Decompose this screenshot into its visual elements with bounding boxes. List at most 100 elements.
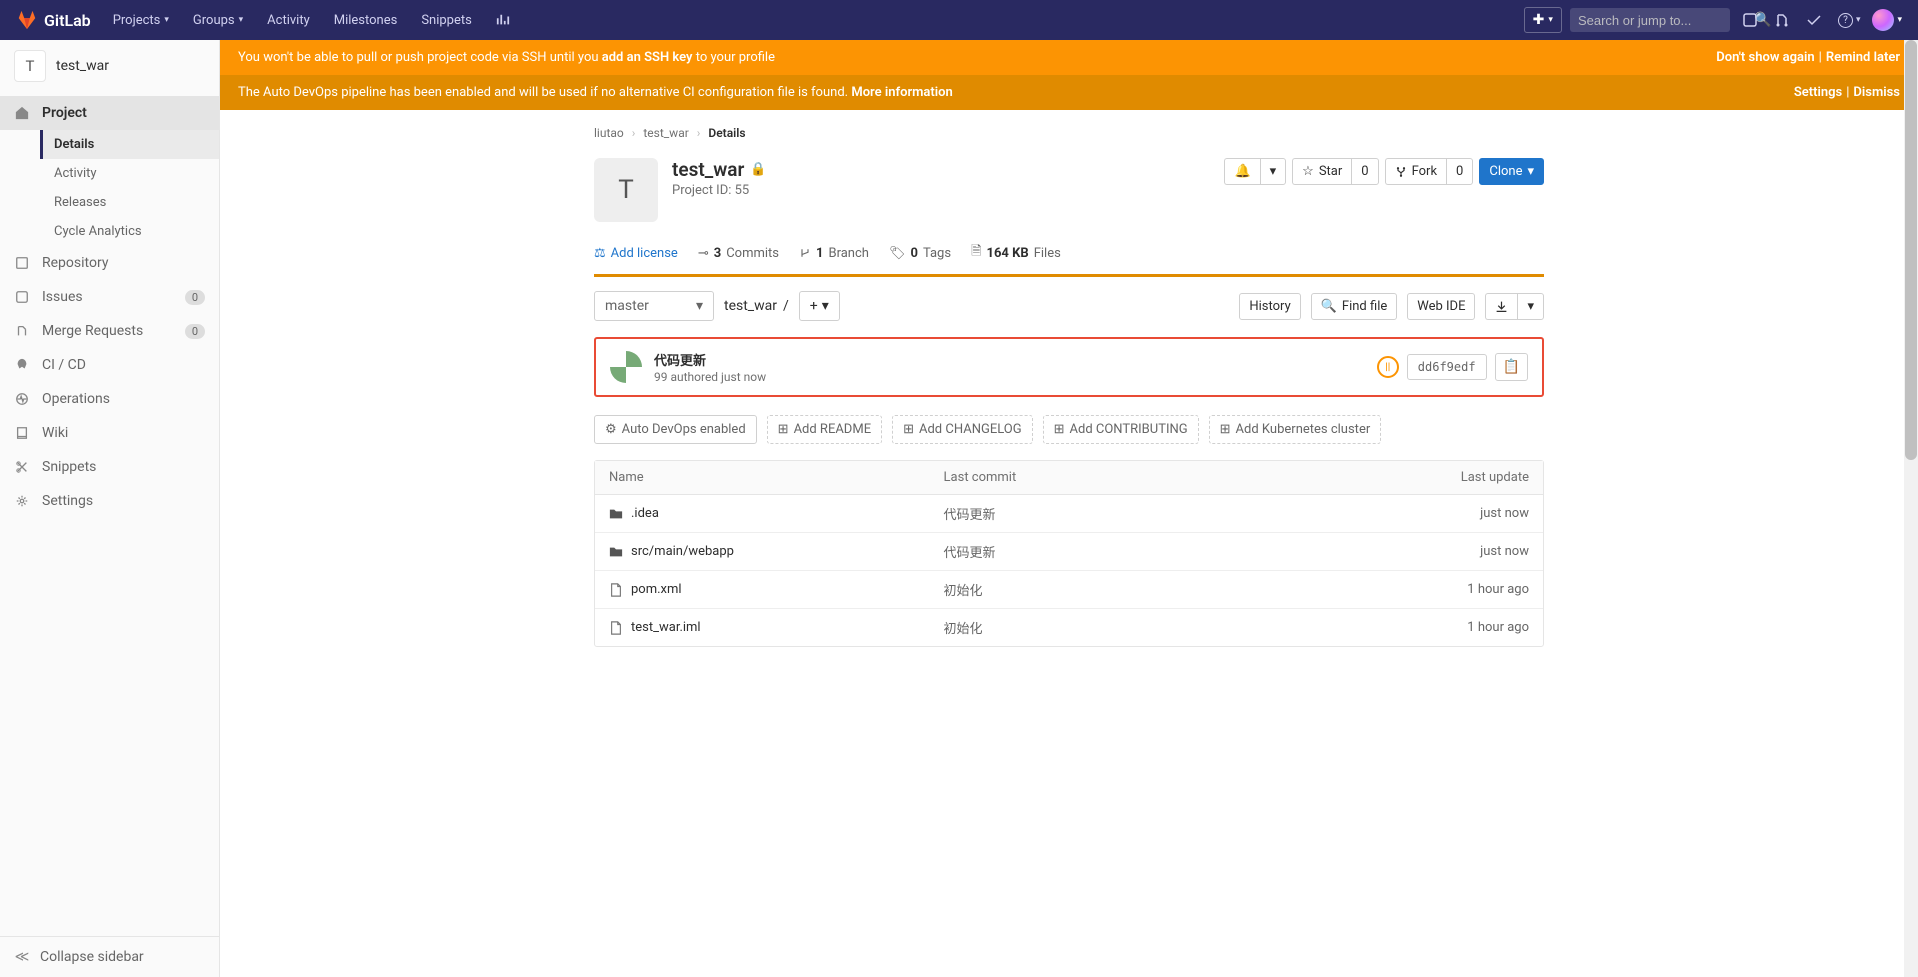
find-file-button[interactable]: 🔍Find file bbox=[1311, 293, 1398, 320]
file-name[interactable]: src/main/webapp bbox=[609, 544, 944, 559]
pipeline-status-running[interactable]: || bbox=[1377, 356, 1399, 378]
nav-groups[interactable]: Groups▾ bbox=[183, 7, 253, 34]
fork-button[interactable]: Fork bbox=[1385, 158, 1446, 185]
merge-requests-icon[interactable] bbox=[1770, 8, 1794, 32]
collapse-sidebar[interactable]: ≪ Collapse sidebar bbox=[0, 936, 219, 977]
nav-snippets[interactable]: Snippets bbox=[411, 7, 482, 34]
nav-chart-icon[interactable] bbox=[486, 7, 520, 33]
issues-icon[interactable] bbox=[1738, 8, 1762, 32]
issues-icon bbox=[14, 289, 30, 305]
table-row: pom.xml初始化1 hour ago bbox=[595, 570, 1543, 608]
file-last-commit[interactable]: 代码更新 bbox=[944, 504, 1334, 523]
sidebar-item-cycle[interactable]: Cycle Analytics bbox=[40, 217, 219, 246]
search-input[interactable] bbox=[1578, 13, 1754, 28]
sidebar-item-releases[interactable]: Releases bbox=[40, 188, 219, 217]
notification-button[interactable]: 🔔 bbox=[1224, 158, 1259, 185]
project-avatar-large: T bbox=[594, 158, 658, 222]
lock-icon: 🔒 bbox=[750, 162, 766, 177]
auto-devops-badge[interactable]: ⚙Auto DevOps enabled bbox=[594, 415, 757, 444]
fork-count: 0 bbox=[1446, 158, 1473, 185]
sidebar-item-repository[interactable]: Repository bbox=[0, 246, 219, 280]
commit-title[interactable]: 代码更新 bbox=[654, 350, 766, 369]
web-ide-button[interactable]: Web IDE bbox=[1407, 293, 1475, 320]
sidebar-item-details[interactable]: Details bbox=[40, 130, 219, 159]
top-navbar: GitLab Projects▾ Groups▾ Activity Milest… bbox=[0, 0, 1918, 40]
project-title: test_war bbox=[672, 158, 744, 181]
nav-projects[interactable]: Projects▾ bbox=[103, 7, 179, 34]
logo[interactable]: GitLab bbox=[16, 9, 91, 31]
sidebar-item-cicd[interactable]: CI / CD bbox=[0, 348, 219, 382]
add-license[interactable]: ⚖Add license bbox=[594, 246, 678, 261]
copy-sha-button[interactable]: 📋 bbox=[1495, 353, 1528, 381]
scrollbar-thumb[interactable] bbox=[1905, 40, 1917, 460]
breadcrumb-project[interactable]: test_war bbox=[643, 126, 688, 140]
clone-button[interactable]: Clone▾ bbox=[1479, 158, 1544, 185]
merge-icon bbox=[14, 323, 30, 339]
search-icon: 🔍 bbox=[1321, 299, 1337, 314]
license-icon: ⚖ bbox=[594, 246, 606, 261]
file-last-commit[interactable]: 初始化 bbox=[944, 580, 1334, 599]
notification-dropdown[interactable]: ▾ bbox=[1260, 158, 1287, 185]
todos-icon[interactable] bbox=[1802, 8, 1826, 32]
history-button[interactable]: History bbox=[1239, 293, 1300, 320]
nav-milestones[interactable]: Milestones bbox=[324, 7, 408, 34]
file-name[interactable]: pom.xml bbox=[609, 582, 944, 597]
help-icon[interactable]: ?▾ bbox=[1834, 9, 1865, 32]
sidebar-item-project[interactable]: Project bbox=[0, 96, 219, 130]
stat-tags[interactable]: 🏷0 Tags bbox=[889, 246, 951, 261]
devops-dismiss[interactable]: Dismiss bbox=[1853, 85, 1900, 100]
devops-more-info[interactable]: More information bbox=[851, 85, 952, 100]
file-name[interactable]: .idea bbox=[609, 506, 944, 521]
nav-activity[interactable]: Activity bbox=[257, 7, 320, 34]
sidebar-item-operations[interactable]: Operations bbox=[0, 382, 219, 416]
folder-icon bbox=[609, 507, 623, 521]
devops-divider bbox=[594, 274, 1544, 277]
sidebar-item-settings[interactable]: Settings bbox=[0, 484, 219, 518]
branch-select[interactable]: master▾ bbox=[594, 291, 714, 321]
sidebar-item-snippets[interactable]: Snippets bbox=[0, 450, 219, 484]
file-name[interactable]: test_war.iml bbox=[609, 620, 944, 635]
plus-square-icon: ⊞ bbox=[903, 422, 914, 437]
avatar bbox=[1872, 9, 1894, 31]
ssh-remind-later[interactable]: Remind later bbox=[1826, 50, 1900, 65]
devops-settings[interactable]: Settings bbox=[1794, 85, 1842, 100]
add-kubernetes[interactable]: ⊞Add Kubernetes cluster bbox=[1209, 415, 1382, 444]
commit-meta: 99 authored just now bbox=[654, 370, 766, 384]
download-button[interactable] bbox=[1485, 293, 1517, 320]
sidebar-item-merge-requests[interactable]: Merge Requests0 bbox=[0, 314, 219, 348]
add-changelog[interactable]: ⊞Add CHANGELOG bbox=[892, 415, 1033, 444]
stat-commits[interactable]: ⊸3 Commits bbox=[698, 246, 779, 261]
home-icon bbox=[14, 105, 30, 121]
project-id: Project ID: 55 bbox=[672, 183, 767, 198]
star-icon: ☆ bbox=[1302, 164, 1314, 179]
add-to-tree[interactable]: +▾ bbox=[799, 291, 840, 321]
devops-alert: The Auto DevOps pipeline has been enable… bbox=[220, 75, 1918, 110]
new-menu[interactable]: ✚▾ bbox=[1524, 7, 1562, 33]
ssh-dont-show[interactable]: Don't show again bbox=[1716, 50, 1814, 65]
add-ssh-key-link[interactable]: add an SSH key bbox=[602, 50, 693, 65]
user-menu[interactable]: ▾ bbox=[1872, 9, 1902, 31]
sidebar-item-issues[interactable]: Issues0 bbox=[0, 280, 219, 314]
file-last-commit[interactable]: 代码更新 bbox=[944, 542, 1334, 561]
file-tree-table: Name Last commit Last update .idea代码更新ju… bbox=[594, 460, 1544, 647]
col-commit: Last commit bbox=[944, 470, 1334, 485]
star-button[interactable]: ☆Star bbox=[1292, 158, 1351, 185]
sidebar-item-activity[interactable]: Activity bbox=[40, 159, 219, 188]
sidebar-item-wiki[interactable]: Wiki bbox=[0, 416, 219, 450]
scrollbar[interactable] bbox=[1904, 40, 1918, 977]
add-readme[interactable]: ⊞Add README bbox=[767, 415, 882, 444]
file-last-update: 1 hour ago bbox=[1334, 582, 1529, 597]
add-contributing[interactable]: ⊞Add CONTRIBUTING bbox=[1043, 415, 1199, 444]
breadcrumb-owner[interactable]: liutao bbox=[594, 126, 624, 140]
stat-branches[interactable]: 1 Branch bbox=[799, 246, 869, 261]
stat-files[interactable]: 🗎164 KB Files bbox=[971, 242, 1061, 264]
sidebar-project-header[interactable]: T test_war bbox=[0, 40, 219, 92]
fork-icon bbox=[1395, 166, 1407, 178]
search-box[interactable]: 🔍 bbox=[1570, 8, 1730, 32]
file-last-commit[interactable]: 初始化 bbox=[944, 618, 1334, 637]
gear-icon bbox=[14, 493, 30, 509]
commit-sha[interactable]: dd6f9edf bbox=[1407, 354, 1487, 380]
repo-path-root[interactable]: test_war bbox=[724, 298, 777, 314]
download-dropdown[interactable]: ▾ bbox=[1517, 293, 1544, 320]
gitlab-icon bbox=[16, 9, 38, 31]
